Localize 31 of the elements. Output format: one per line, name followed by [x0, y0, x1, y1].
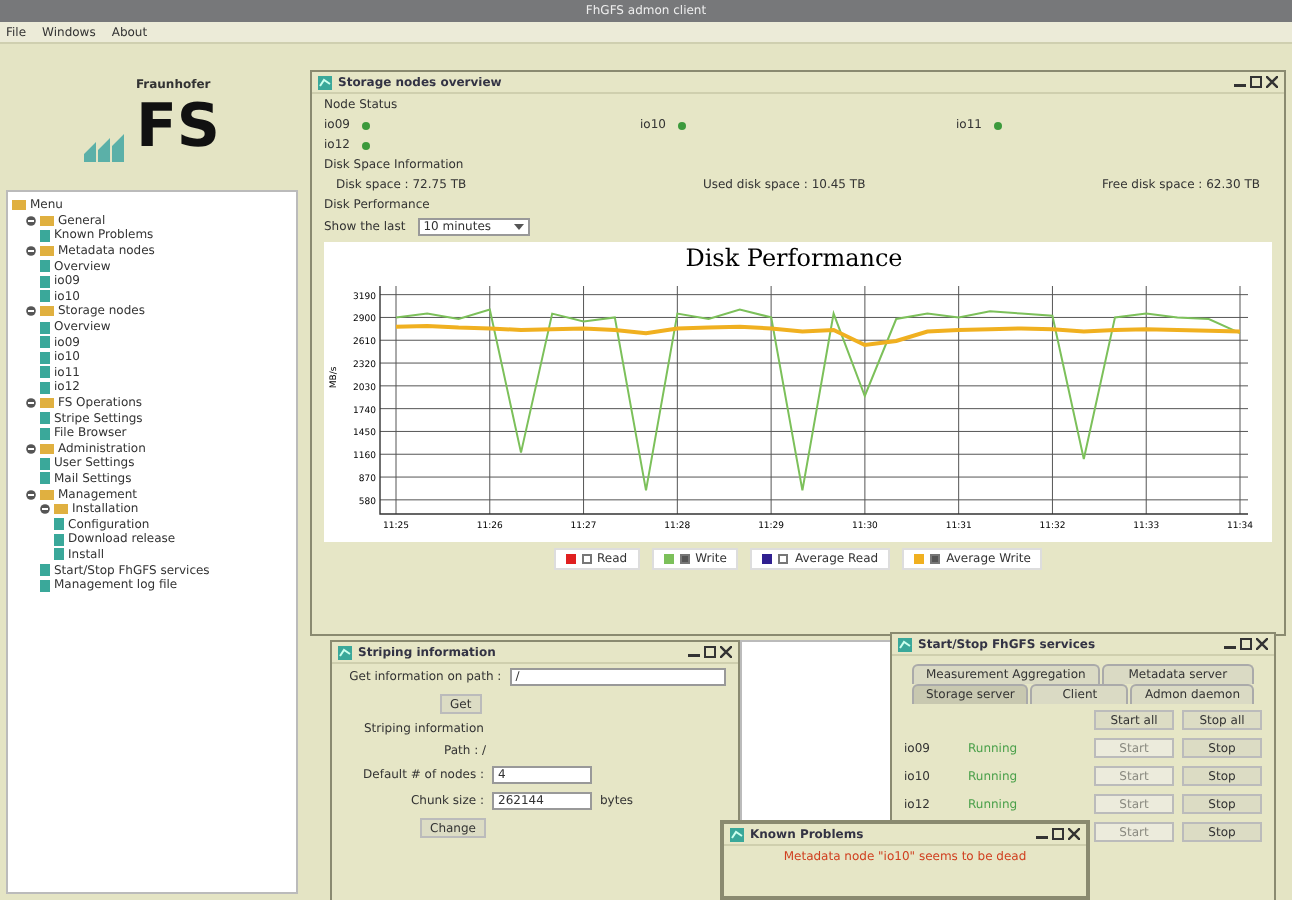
- logo-mark: FS: [135, 92, 221, 162]
- close-icon[interactable]: [1068, 828, 1080, 840]
- folder-icon: [40, 306, 54, 317]
- window-icon: [318, 75, 332, 89]
- collapse-icon[interactable]: [26, 246, 36, 257]
- collapse-icon[interactable]: [26, 443, 36, 454]
- collapse-icon[interactable]: [26, 489, 36, 500]
- collapse-icon[interactable]: [40, 504, 50, 515]
- folder-icon: [40, 398, 54, 409]
- folder-icon: [40, 443, 54, 454]
- maximize-icon[interactable]: [1250, 76, 1262, 88]
- checkbox[interactable]: [778, 554, 789, 564]
- collapse-icon[interactable]: [26, 306, 36, 317]
- window-icon: [338, 645, 352, 659]
- caret-icon: [513, 224, 524, 230]
- window-icon: [730, 827, 744, 841]
- maximize-icon[interactable]: [1240, 638, 1252, 650]
- folder-icon: [40, 246, 54, 257]
- checkbox[interactable]: [581, 554, 592, 564]
- close-icon[interactable]: [720, 646, 732, 658]
- maximize-icon[interactable]: [704, 646, 716, 658]
- close-icon[interactable]: [1256, 638, 1268, 650]
- document-icon: [40, 229, 50, 242]
- checkbox[interactable]: [679, 554, 690, 564]
- collapse-icon[interactable]: [26, 398, 36, 409]
- chart-title: Disk Performance: [685, 244, 903, 272]
- close-icon[interactable]: [1266, 76, 1278, 88]
- checkbox[interactable]: [930, 554, 941, 564]
- collapse-icon[interactable]: [26, 215, 36, 226]
- window-icon: [898, 637, 912, 651]
- maximize-icon[interactable]: [1052, 828, 1064, 840]
